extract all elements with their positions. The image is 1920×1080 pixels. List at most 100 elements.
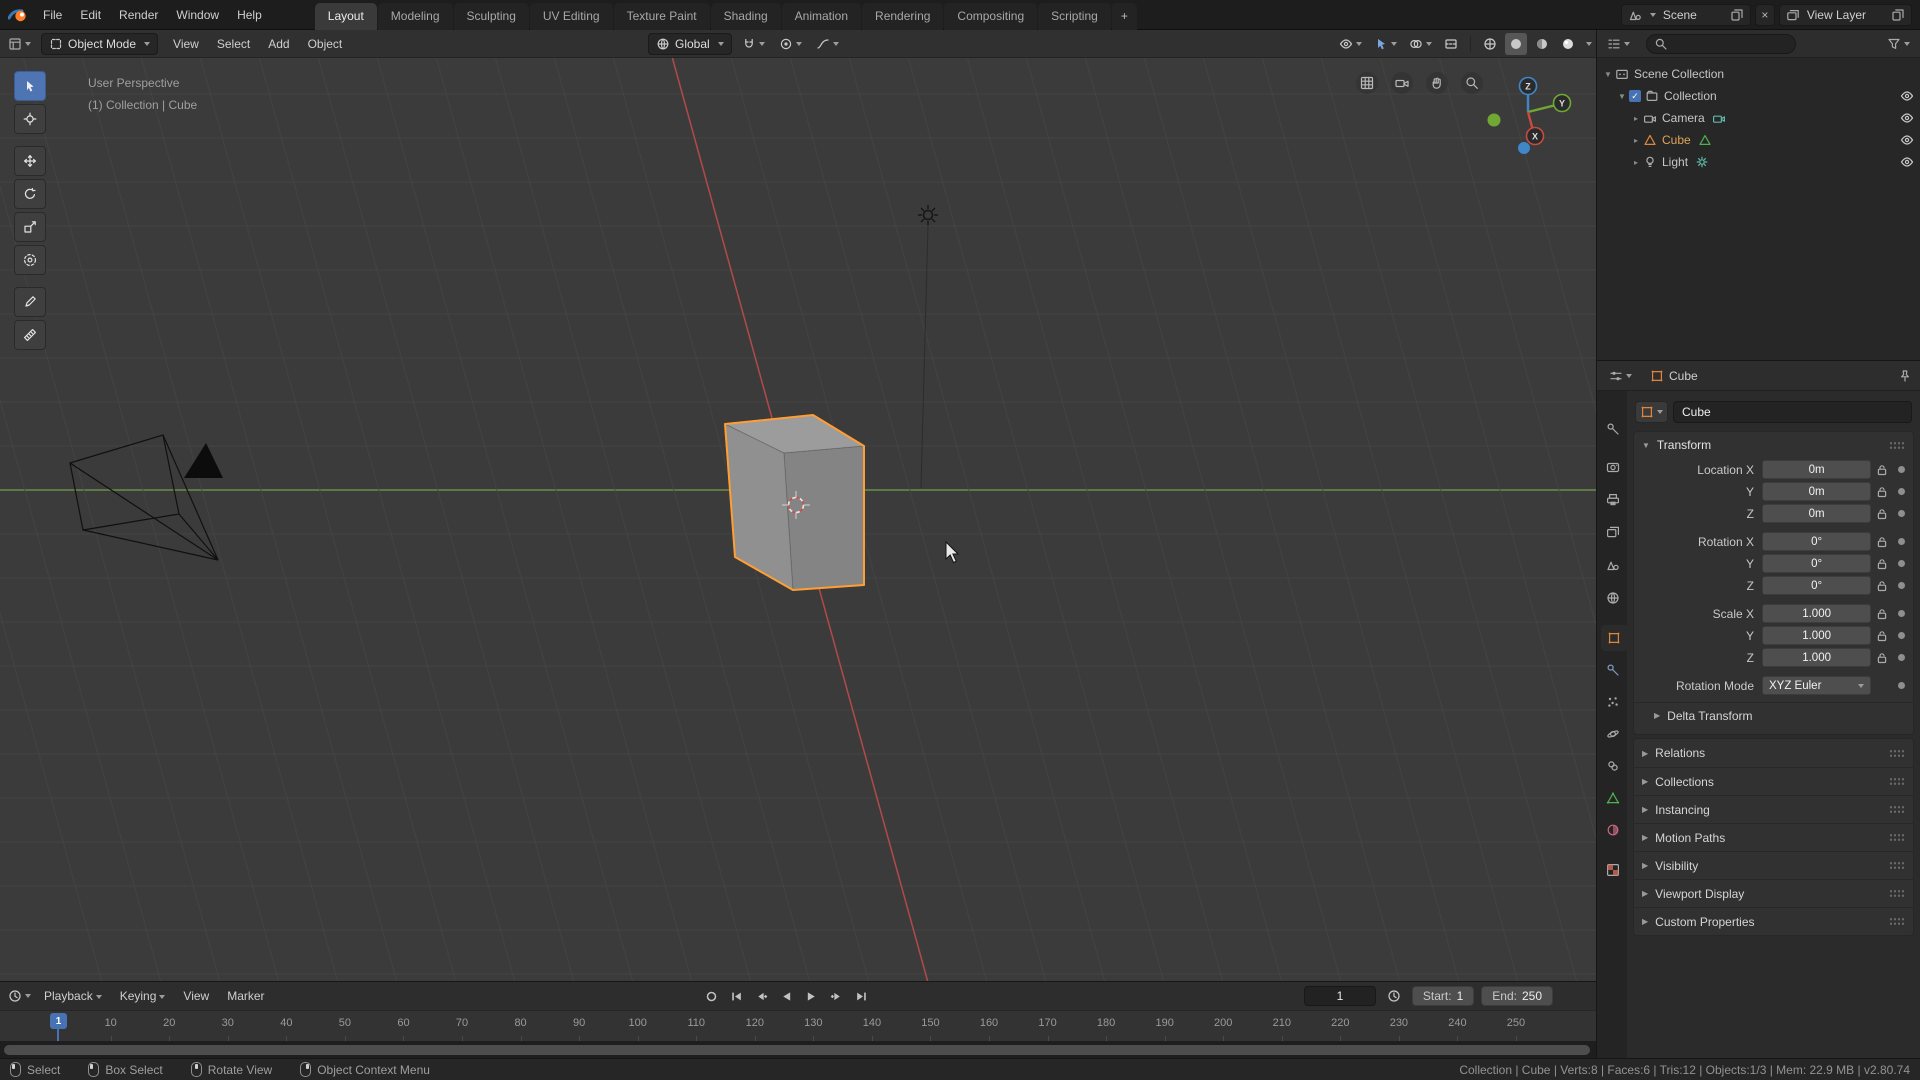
lock-icon[interactable] [1875,579,1889,593]
jump-to-next-keyframe-button[interactable] [825,985,847,1007]
viewport-menu-object[interactable]: Object [299,30,352,58]
add-workspace-button[interactable]: + [1111,2,1137,30]
panel-grip-icon[interactable] [1889,440,1905,450]
eye-icon[interactable] [1900,111,1914,125]
properties-tab-output[interactable] [1599,487,1627,513]
tool-transform[interactable] [14,245,46,275]
tool-rotate[interactable] [14,179,46,209]
properties-tab-constraints[interactable] [1599,753,1627,779]
timeline-menu-playback[interactable]: Playback [35,981,111,1011]
viewport-3d[interactable]: Object Mode View Select Add Object Global [0,30,1596,981]
panel-motion-paths[interactable]: ▶ Motion Paths [1634,823,1913,851]
rotation-mode-dropdown[interactable]: XYZ Euler [1762,676,1872,695]
shading-wireframe-button[interactable] [1479,33,1501,55]
lock-icon[interactable] [1875,629,1889,643]
menu-file[interactable]: File [34,8,71,22]
timeline-menu-marker[interactable]: Marker [218,981,273,1011]
preview-range-toggle[interactable] [1383,985,1405,1007]
tool-cursor[interactable] [14,104,46,134]
jump-to-start-button[interactable] [725,985,747,1007]
workspace-tab-texture-paint[interactable]: Texture Paint [613,2,710,30]
outliner-search-input[interactable] [1673,36,1788,51]
animate-dot-button[interactable] [1898,654,1906,661]
properties-tab-view-layer[interactable] [1599,519,1627,545]
collection-checkbox[interactable]: ✓ [1629,90,1641,102]
properties-tab-scene[interactable] [1599,552,1627,578]
outliner-filter-button[interactable] [1883,33,1914,55]
transform-value-field[interactable]: 0° [1762,532,1872,551]
lock-icon[interactable] [1875,507,1889,521]
editor-type-button[interactable] [4,33,35,55]
panel-visibility[interactable]: ▶ Visibility [1634,851,1913,879]
timeline-menu-view[interactable]: View [174,981,218,1011]
viewport-menu-select[interactable]: Select [208,30,259,58]
animate-dot-button[interactable] [1898,610,1906,617]
xray-toggle[interactable] [1440,33,1462,55]
animate-dot-button[interactable] [1898,488,1906,495]
cube-object[interactable] [724,414,865,591]
tool-measure[interactable] [14,320,46,350]
lock-icon[interactable] [1875,485,1889,499]
eye-icon[interactable] [1900,133,1914,147]
properties-tab-physics[interactable] [1599,721,1627,747]
properties-tab-material[interactable] [1599,817,1627,843]
workspace-tab-modeling[interactable]: Modeling [377,2,453,30]
transform-value-field[interactable]: 0° [1762,576,1872,595]
jump-to-end-button[interactable] [850,985,872,1007]
current-frame-field[interactable]: 1 [1303,986,1376,1006]
workspace-tab-scripting[interactable]: Scripting [1038,2,1111,30]
outliner-row-scene-collection[interactable]: ▼ Scene Collection [1597,63,1920,85]
falloff-selector[interactable] [812,33,843,55]
proportional-editing-toggle[interactable] [775,33,806,55]
properties-tab-render[interactable] [1599,454,1627,480]
viewport-canvas[interactable] [0,58,1596,981]
properties-tab-object[interactable] [1601,625,1627,651]
record-button[interactable] [700,985,722,1007]
jump-to-prev-keyframe-button[interactable] [750,985,772,1007]
editor-type-button-outliner[interactable] [1603,33,1634,55]
show-gizmos-toggle[interactable] [1370,33,1401,55]
menu-help[interactable]: Help [228,8,271,22]
tool-move[interactable] [14,146,46,176]
editor-type-button-properties[interactable] [1605,365,1636,387]
expander-icon[interactable]: ▼ [1601,70,1615,79]
animate-dot-button[interactable] [1898,582,1906,589]
workspace-tab-uv-editing[interactable]: UV Editing [529,2,613,30]
eye-icon[interactable] [1900,155,1914,169]
animate-dot-button[interactable] [1898,538,1906,545]
mode-selector[interactable]: Object Mode [41,32,159,55]
workspace-tab-sculpting[interactable]: Sculpting [453,2,529,30]
play-button[interactable] [800,985,822,1007]
panel-grip-icon[interactable] [1889,889,1905,898]
play-reverse-button[interactable] [775,985,797,1007]
workspace-tab-shading[interactable]: Shading [710,2,781,30]
tool-select-box[interactable] [14,71,46,101]
viewport-menu-add[interactable]: Add [259,30,298,58]
panel-grip-icon[interactable] [1889,833,1905,842]
workspace-tab-compositing[interactable]: Compositing [944,2,1038,30]
playhead[interactable]: 1 [50,1013,67,1029]
animate-dot-button[interactable] [1898,510,1906,517]
animate-dot-button[interactable] [1898,560,1906,567]
start-frame-field[interactable]: Start: 1 [1411,986,1475,1006]
blender-logo-icon[interactable] [8,7,28,23]
properties-tab-tool[interactable] [1599,416,1627,442]
expander-icon[interactable]: ▼ [1615,92,1629,101]
pin-icon[interactable] [1898,369,1912,383]
shading-material-button[interactable] [1531,33,1553,55]
lock-icon[interactable] [1875,651,1889,665]
end-frame-field[interactable]: End: 250 [1481,986,1553,1006]
menu-render[interactable]: Render [110,8,167,22]
panel-custom-properties[interactable]: ▶ Custom Properties [1634,907,1913,935]
transform-value-field[interactable]: 1.000 [1762,648,1872,667]
properties-tab-object-data[interactable] [1599,785,1627,811]
panel-collections[interactable]: ▶ Collections [1634,767,1913,795]
outliner-search[interactable] [1646,33,1796,54]
transform-value-field[interactable]: 0m [1762,460,1872,479]
unlink-scene-button[interactable]: × [1754,3,1775,26]
toggle-perspective-button[interactable] [1356,72,1378,94]
panel-grip-icon[interactable] [1889,861,1905,870]
panel-grip-icon[interactable] [1889,748,1905,758]
timeline-scrollbar[interactable] [4,1045,1590,1055]
shading-solid-button[interactable] [1505,33,1527,55]
